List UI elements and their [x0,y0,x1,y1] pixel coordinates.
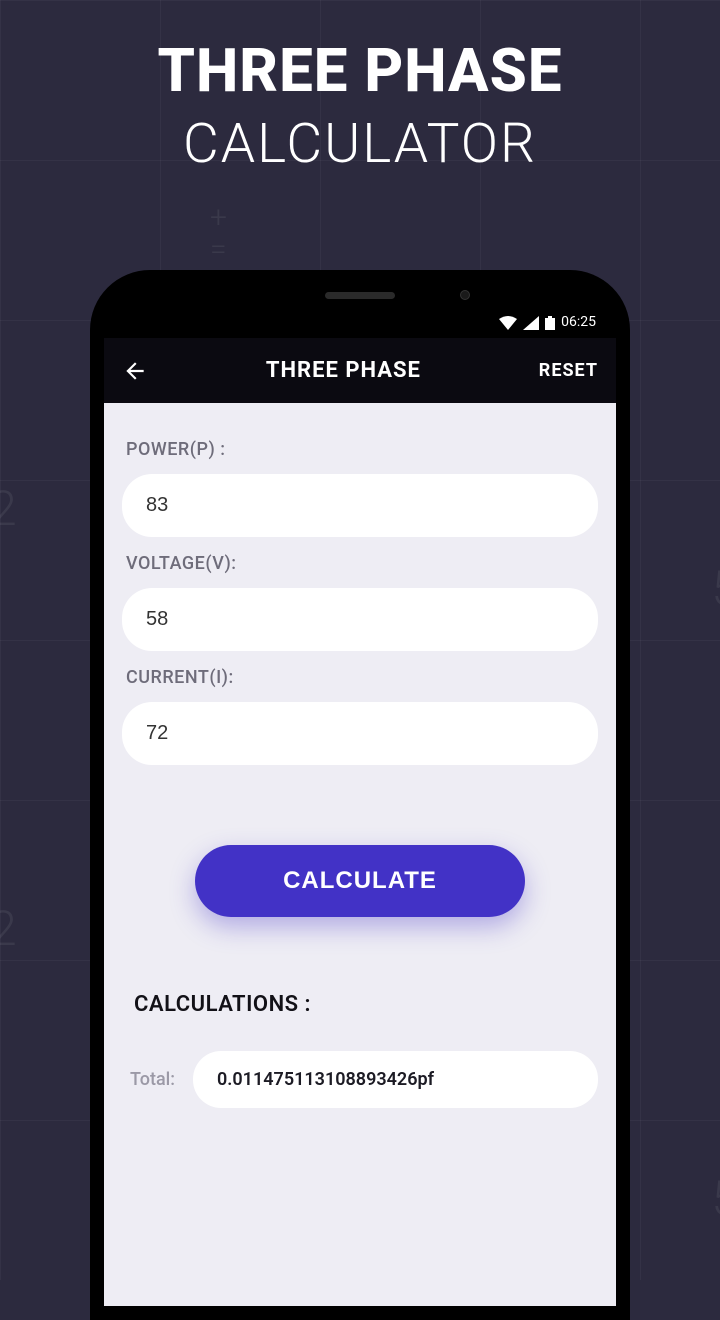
bg-decoration: = [210,232,227,267]
current-input[interactable] [122,702,598,765]
screen-title: THREE PHASE [266,358,421,383]
promo-title: THREE PHASE CALCULATOR [0,0,720,176]
total-label: Total: [130,1069,175,1090]
battery-icon [545,316,555,330]
voltage-label: VOLTAGE(V): [126,553,594,574]
phone-speaker [325,292,395,299]
total-value: 0.011475113108893426pf [193,1051,598,1108]
calculate-button[interactable]: CALCULATE [195,845,525,917]
app-body: POWER(P) : VOLTAGE(V): CURRENT(I): CALCU… [104,403,616,1306]
power-label: POWER(P) : [126,439,594,460]
phone-camera [460,290,470,300]
bg-decoration: 5 [711,560,720,617]
current-label: CURRENT(I): [126,667,594,688]
status-time: 06:25 [561,314,596,330]
bg-decoration: 5 [711,1170,720,1227]
wifi-icon [499,316,517,330]
bg-decoration: 2 [0,480,17,537]
phone-frame: 06:25 THREE PHASE RESET POWER(P) : VOLTA… [90,270,630,1320]
arrow-left-icon [122,358,148,384]
voltage-input[interactable] [122,588,598,651]
bg-decoration: + [210,200,227,235]
signal-icon [523,316,539,330]
back-button[interactable] [122,358,148,384]
reset-button[interactable]: RESET [539,360,598,381]
phone-screen: 06:25 THREE PHASE RESET POWER(P) : VOLTA… [104,284,616,1306]
promo-title-line1: THREE PHASE [0,35,720,106]
power-input[interactable] [122,474,598,537]
bg-decoration: 2 [0,900,17,957]
calculations-heading: CALCULATIONS : [134,992,586,1017]
promo-title-line2: CALCULATOR [0,112,720,176]
app-header: THREE PHASE RESET [104,338,616,403]
result-row: Total: 0.011475113108893426pf [122,1051,598,1108]
